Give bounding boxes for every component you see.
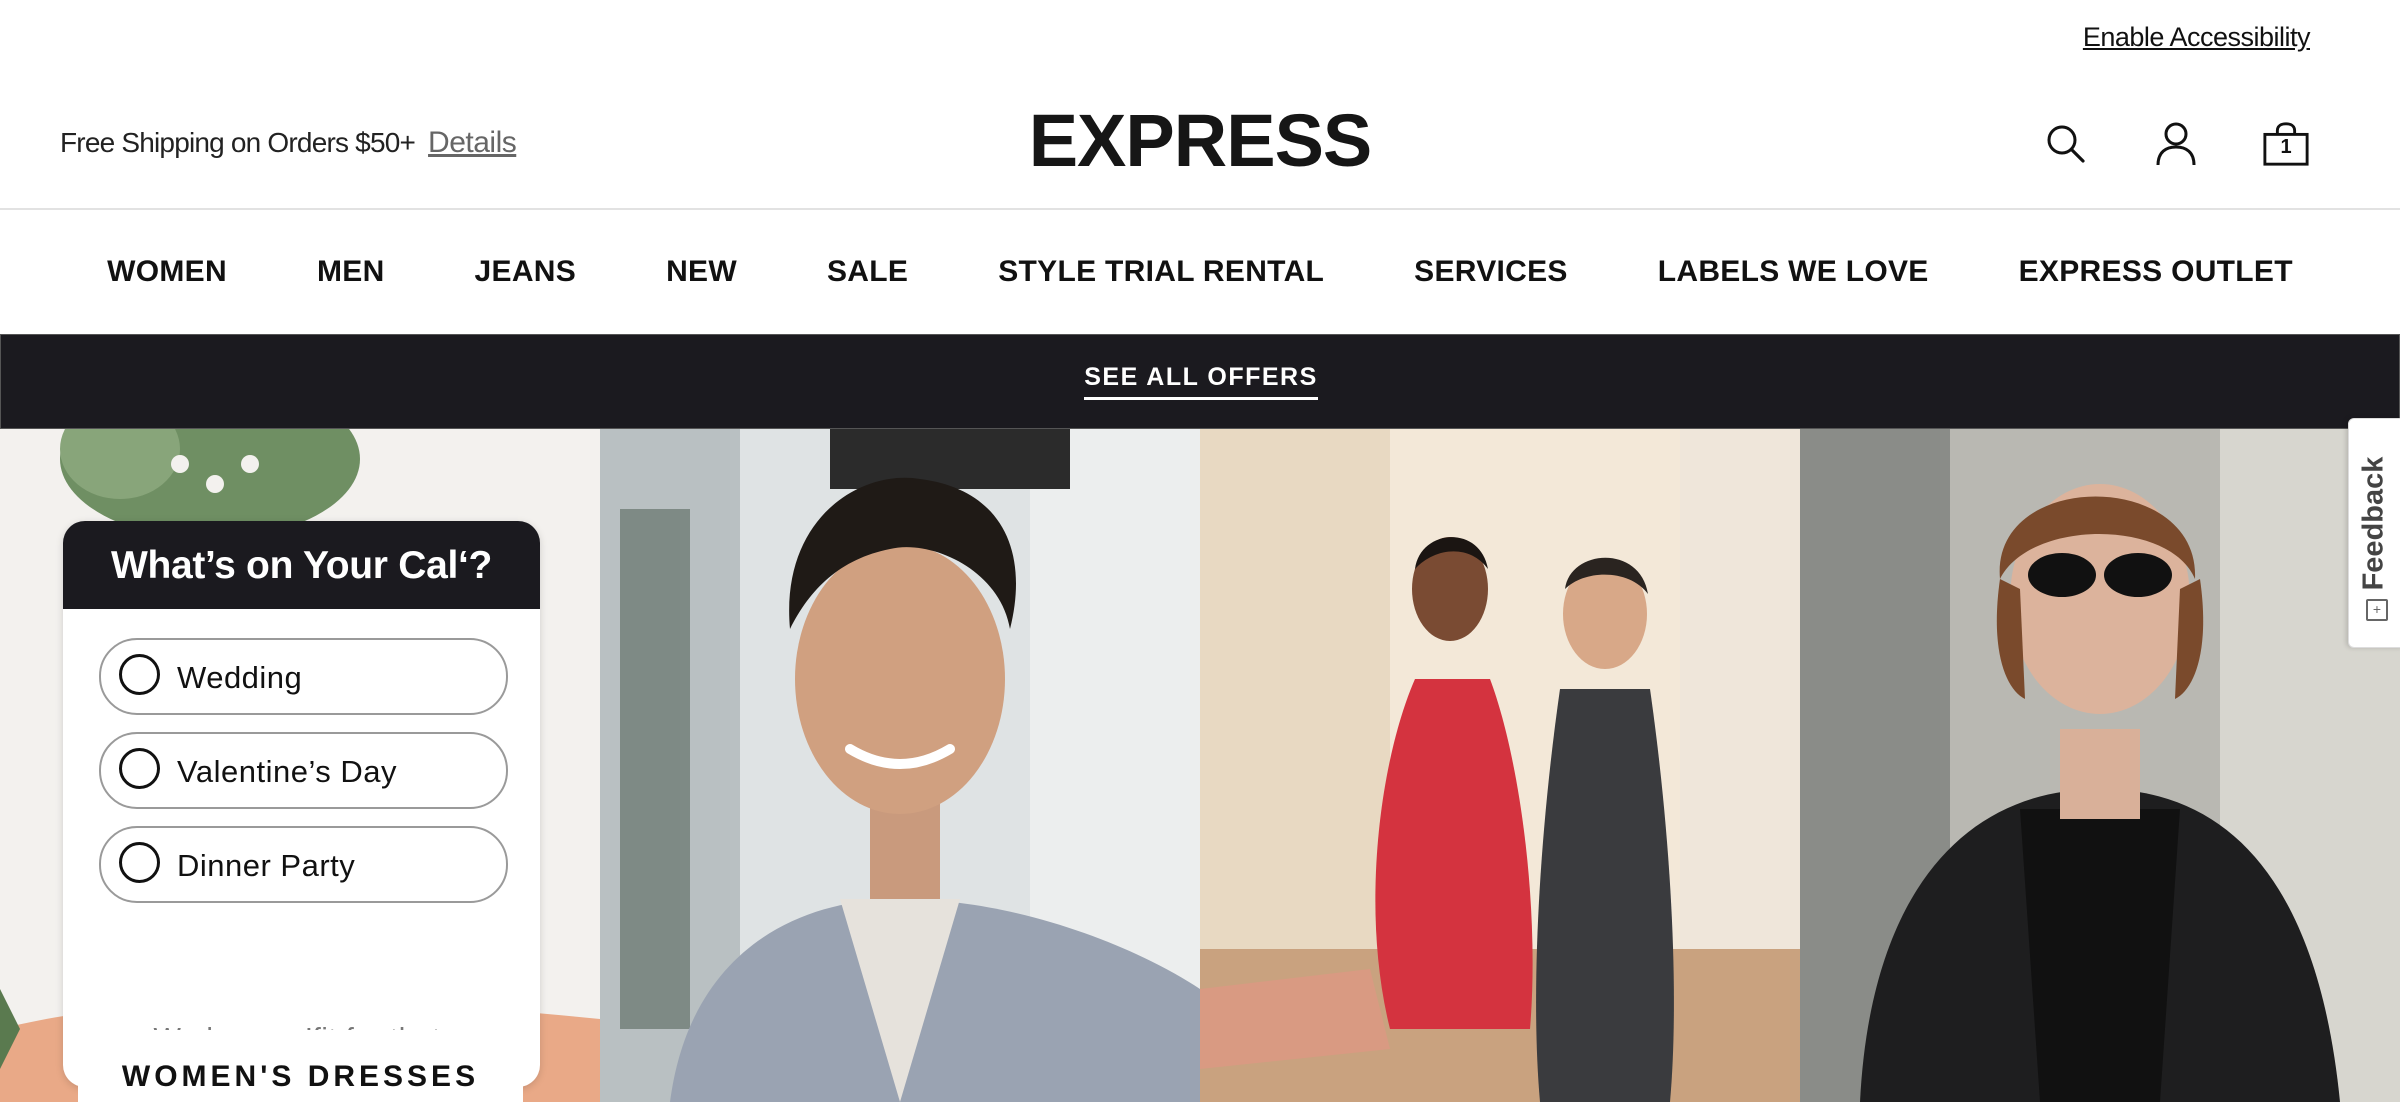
nav-item-men[interactable]: MEN: [272, 255, 430, 289]
radio-circle-icon: [119, 654, 160, 695]
site-header: Free Shipping on Orders $50+ Details EXP…: [0, 70, 2400, 210]
utility-bar: Enable Accessibility: [0, 0, 2400, 70]
nav-item-services[interactable]: SERVICES: [1369, 255, 1613, 289]
nav-item-labels-we-love[interactable]: LABELS WE LOVE: [1613, 255, 1974, 289]
feedback-tab[interactable]: Feedback +: [2348, 418, 2400, 648]
womens-dresses-label[interactable]: WOMEN'S DRESSES: [78, 1030, 523, 1102]
occasion-quiz: What’s on Your Cal‘? Wedding Valentine’s…: [63, 521, 540, 1087]
nav-item-style-trial-rental[interactable]: STYLE TRIAL RENTAL: [953, 255, 1369, 289]
feedback-icon: +: [2366, 599, 2388, 621]
tile-womens-dresses[interactable]: What’s on Your Cal‘? Wedding Valentine’s…: [0, 429, 600, 1102]
womens-dresses-text: WOMEN'S DRESSES: [121, 1060, 480, 1093]
tile-3-image: [1200, 429, 1800, 1102]
nav-item-jeans[interactable]: JEANS: [430, 255, 622, 289]
quiz-option-dinner-party[interactable]: Dinner Party: [99, 826, 508, 903]
quiz-title: What’s on Your Cal‘?: [63, 521, 540, 609]
header-icons: 1: [2042, 120, 2310, 168]
tile-womens-jackets[interactable]: [1800, 429, 2400, 1102]
feedback-label: Feedback: [2357, 456, 2390, 591]
nav-item-women[interactable]: WOMEN: [62, 255, 272, 289]
quiz-option-label: Wedding: [177, 660, 303, 695]
tile-men[interactable]: [600, 429, 1200, 1102]
tile-date-night[interactable]: [1200, 429, 1800, 1102]
enable-accessibility-link[interactable]: Enable Accessibility: [2083, 22, 2311, 53]
quiz-option-wedding[interactable]: Wedding: [99, 638, 508, 715]
bag-count: 1: [2280, 136, 2292, 158]
express-logo[interactable]: EXPRESS: [0, 98, 2400, 183]
radio-circle-icon: [119, 748, 160, 789]
quiz-option-valentines-day[interactable]: Valentine’s Day: [99, 732, 508, 809]
quiz-option-label: Dinner Party: [177, 848, 356, 883]
offers-bar: SEE ALL OFFERS: [0, 334, 2400, 429]
radio-circle-icon: [119, 842, 160, 883]
nav-item-new[interactable]: NEW: [621, 255, 782, 289]
tile-2-image: [600, 429, 1200, 1102]
search-icon[interactable]: [2042, 120, 2090, 168]
tile-4-image: [1800, 429, 2400, 1102]
hero-tiles: What’s on Your Cal‘? Wedding Valentine’s…: [0, 429, 2400, 1102]
nav-item-express-outlet[interactable]: EXPRESS OUTLET: [1974, 255, 2338, 289]
main-nav: WOMEN MEN JEANS NEW SALE STYLE TRIAL REN…: [0, 210, 2400, 334]
account-icon[interactable]: [2152, 120, 2200, 168]
see-all-offers-link[interactable]: SEE ALL OFFERS: [1084, 363, 1318, 400]
nav-item-sale[interactable]: SALE: [782, 255, 953, 289]
quiz-option-label: Valentine’s Day: [177, 754, 398, 789]
bag-icon[interactable]: 1: [2262, 120, 2310, 168]
